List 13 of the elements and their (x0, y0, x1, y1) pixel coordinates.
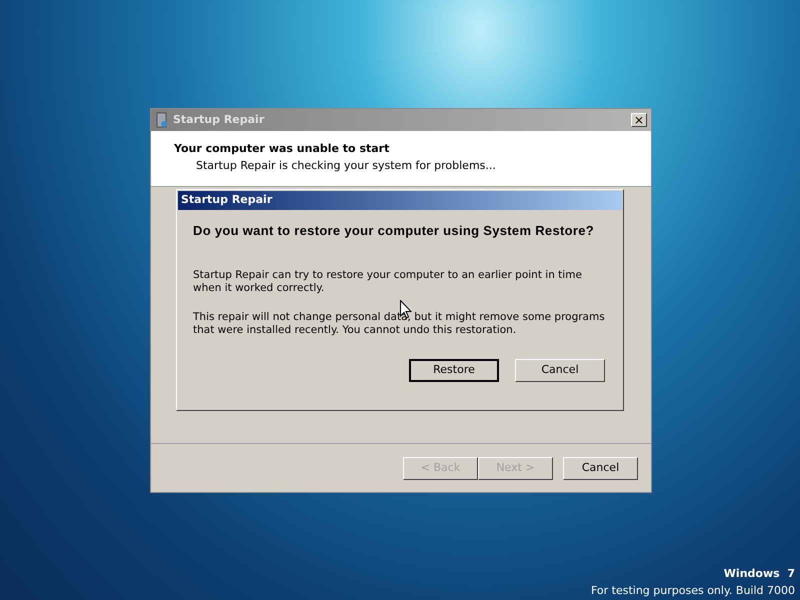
window-title: Startup Repair (173, 112, 266, 128)
close-button[interactable]: × (631, 113, 647, 127)
computer-icon (155, 112, 169, 128)
dialog-title: Startup Repair (181, 192, 272, 208)
heading: Your computer was unable to start (174, 141, 390, 157)
build-info: For testing purposes only. Build 7000 (590, 582, 795, 598)
subheading: Startup Repair is checking your system for problems... (195, 158, 497, 174)
dialog-message: Startup Repair can try to restore your computer to an earlier point in time when it worked correctly. (193, 268, 583, 294)
os-name: Windows 7 (724, 566, 795, 582)
restore-button[interactable]: Restore (409, 358, 499, 382)
cancel-button[interactable]: Cancel (515, 358, 605, 382)
dialog-question: Do you want to restore your computer using System Restore? (193, 222, 595, 240)
cancel-button[interactable]: Cancel (563, 456, 638, 480)
